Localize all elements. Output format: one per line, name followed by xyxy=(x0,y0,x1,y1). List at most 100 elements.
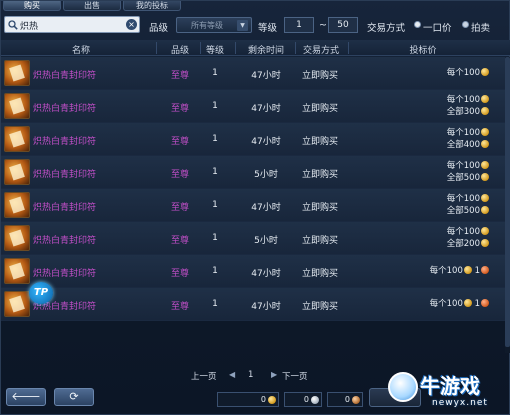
column-name[interactable]: 名称 xyxy=(61,43,101,56)
price-total: 全部500 xyxy=(446,206,480,216)
item-grade: 至尊 xyxy=(170,170,189,180)
column-time[interactable]: 剩余时间 xyxy=(238,43,294,56)
item-grade: 至尊 xyxy=(170,302,189,312)
grade-select[interactable]: 所有等级 ▼ xyxy=(176,17,252,33)
column-grade[interactable]: 品级 xyxy=(161,43,199,56)
item-icon[interactable] xyxy=(4,291,30,317)
prev-arrow-icon[interactable]: ◀ xyxy=(229,370,235,379)
price-each: 每个100 xyxy=(446,95,480,105)
wallet-copper: 0 xyxy=(327,392,363,407)
column-divider xyxy=(156,42,157,54)
gold-coin-icon xyxy=(481,227,489,235)
grade-select-value: 所有等级 xyxy=(191,21,223,30)
table-row[interactable]: 炽热白青封印符 至尊 1 5小时 立即购买 每个100 全部500 xyxy=(1,156,505,189)
level-min-input[interactable]: 1 xyxy=(284,17,314,33)
gold-coin-icon xyxy=(463,266,472,274)
item-icon[interactable] xyxy=(4,60,30,86)
trade-method-label: 交易方式 xyxy=(367,23,406,34)
radio-auction-label[interactable]: 拍卖 xyxy=(471,20,490,34)
wallet-silver: 0 xyxy=(284,392,322,407)
wallet-gold: 0 xyxy=(217,392,279,407)
item-icon[interactable] xyxy=(4,159,30,185)
item-level: 1 xyxy=(212,134,218,144)
item-price: 每个100 全部200 xyxy=(447,226,489,250)
gold-coin-icon xyxy=(481,140,489,148)
item-trade-method: 立即购买 xyxy=(301,71,338,81)
item-icon[interactable] xyxy=(4,258,30,284)
column-level[interactable]: 等级 xyxy=(201,43,229,56)
item-price: 每个100 1 xyxy=(430,298,489,310)
price-each: 每个100 xyxy=(446,227,480,237)
item-price: 每个100 全部500 xyxy=(447,160,489,184)
price-each: 每个100 xyxy=(446,128,480,138)
item-trade-method: 立即购买 xyxy=(301,302,338,312)
back-button[interactable]: 🡐 xyxy=(6,388,46,406)
item-icon[interactable] xyxy=(4,225,30,251)
item-name: 炽热白青封印符 xyxy=(33,203,97,213)
wallet-gold-value: 0 xyxy=(260,395,266,404)
tab-buy[interactable]: 购买 xyxy=(3,1,61,11)
table-row[interactable]: 炽热白青封印符 至尊 1 47小时 立即购买 每个100 1 xyxy=(1,288,505,321)
item-time-left: 47小时 xyxy=(251,203,281,213)
level-max-input[interactable]: 50 xyxy=(328,17,358,33)
item-level: 1 xyxy=(212,299,218,309)
price-total: 全部300 xyxy=(446,107,480,117)
price-each: 每个100 xyxy=(446,194,480,204)
gold-coin-icon xyxy=(481,107,489,115)
radio-buyout[interactable] xyxy=(414,21,421,28)
item-trade-method: 立即购买 xyxy=(301,137,338,147)
gold-coin-icon xyxy=(463,299,472,307)
item-grade: 至尊 xyxy=(170,203,189,213)
listing-table: 炽热白青封印符 至尊 1 47小时 立即购买 每个100 炽热白青封印符 至尊 … xyxy=(1,57,505,321)
table-row[interactable]: 炽热白青封印符 至尊 1 47小时 立即购买 每个100 全部500 xyxy=(1,189,505,222)
watermark-url: newyx.net xyxy=(432,398,488,408)
radio-auction[interactable] xyxy=(462,21,469,28)
chevron-down-icon[interactable]: ▼ xyxy=(237,20,248,31)
refresh-button[interactable]: ⟳ xyxy=(54,388,94,406)
price-total: 全部500 xyxy=(446,173,480,183)
item-trade-method: 立即购买 xyxy=(301,203,338,213)
watermark-title: 牛游戏 xyxy=(420,374,480,398)
red-coin-icon xyxy=(481,266,489,274)
price-each: 每个100 xyxy=(446,68,480,78)
radio-buyout-label[interactable]: 一口价 xyxy=(423,20,452,34)
tp-logo: TP xyxy=(29,282,53,304)
column-price[interactable]: 投标价 xyxy=(401,43,445,56)
table-row[interactable]: 炽热白青封印符 至尊 1 47小时 立即购买 每个100 全部300 xyxy=(1,90,505,123)
item-icon[interactable] xyxy=(4,126,30,152)
table-row[interactable]: 炽热白青封印符 至尊 1 5小时 立即购买 每个100 全部200 xyxy=(1,222,505,255)
table-row[interactable]: 炽热白青封印符 至尊 1 47小时 立即购买 每个100 xyxy=(1,57,505,90)
wallet-copper-value: 0 xyxy=(344,395,350,404)
item-time-left: 47小时 xyxy=(251,104,281,114)
column-trade[interactable]: 交易方式 xyxy=(297,43,345,56)
item-grade: 至尊 xyxy=(170,104,189,114)
scrollbar[interactable] xyxy=(505,57,510,353)
mascot-icon xyxy=(388,372,418,402)
table-row[interactable]: 炽热白青封印符 至尊 1 47小时 立即购买 每个100 全部400 xyxy=(1,123,505,156)
item-level: 1 xyxy=(212,101,218,111)
item-name: 炽热白青封印符 xyxy=(33,104,97,114)
item-trade-method: 立即购买 xyxy=(301,104,338,114)
search-input[interactable]: 炽热 × xyxy=(4,16,140,33)
scrollbar-thumb[interactable] xyxy=(505,57,510,347)
close-icon[interactable]: × xyxy=(126,19,137,30)
item-level: 1 xyxy=(212,200,218,210)
next-page-button[interactable]: 下一页 xyxy=(282,370,308,382)
gold-coin-icon xyxy=(481,239,489,247)
item-name: 炽热白青封印符 xyxy=(33,71,97,81)
tab-sell[interactable]: 出售 xyxy=(63,1,121,11)
gold-coin-icon xyxy=(481,194,489,202)
item-level: 1 xyxy=(212,266,218,276)
prev-page-button[interactable]: 上一页 xyxy=(191,370,217,382)
auction-window: 购买 出售 我的投标 炽热 × 品级 所有等级 ▼ 等级 1 ~ 50 交易方式… xyxy=(0,0,510,415)
next-arrow-icon[interactable]: ▶ xyxy=(271,370,277,379)
price-each: 每个100 xyxy=(429,266,463,276)
tab-my-bids[interactable]: 我的投标 xyxy=(123,1,181,11)
item-icon[interactable] xyxy=(4,192,30,218)
column-divider xyxy=(235,42,236,54)
filter-bar: 炽热 × 品级 所有等级 ▼ 等级 1 ~ 50 交易方式 一口价 拍卖 xyxy=(1,14,510,36)
level-separator: ~ xyxy=(319,20,327,31)
item-icon[interactable] xyxy=(4,93,30,119)
search-icon xyxy=(8,20,18,30)
table-row[interactable]: 炽热白青封印符 至尊 1 47小时 立即购买 每个100 1 xyxy=(1,255,505,288)
